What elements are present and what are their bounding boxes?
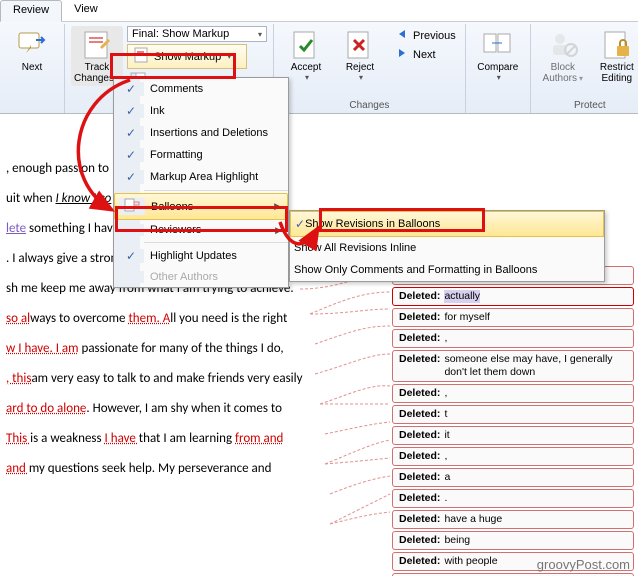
revision-balloon[interactable]: Deleted:for myself	[392, 308, 634, 327]
block-authors-label: BlockAuthors▾	[543, 62, 583, 84]
show-markup-button[interactable]: Show Markup ▾	[127, 44, 247, 69]
submenu-show-only-comments-fmt[interactable]: Show Only Comments and Formatting in Bal…	[290, 259, 604, 281]
previous-icon	[395, 27, 409, 44]
balloons-icon	[124, 198, 140, 215]
accept-icon	[290, 28, 322, 60]
menu-insertions-deletions[interactable]: ✓Insertions and Deletions	[114, 122, 288, 144]
next-comment-button[interactable]: Next	[6, 26, 58, 75]
accept-button[interactable]: Accept ▾	[280, 26, 332, 84]
menu-other-authors: Other Authors	[114, 267, 288, 287]
tab-review[interactable]: Review	[0, 0, 62, 22]
balloons-column: Deleted:don'tDeleted:actuallyDeleted:for…	[392, 266, 634, 576]
compare-button[interactable]: Compare ▾	[472, 26, 524, 84]
reject-icon	[344, 28, 376, 60]
revision-balloon[interactable]: Deleted:have a huge	[392, 510, 634, 529]
menu-ink[interactable]: ✓Ink	[114, 100, 288, 122]
revision-balloon[interactable]: Deleted:it	[392, 426, 634, 445]
revision-balloon[interactable]: Deleted:someone else may have, I general…	[392, 350, 634, 382]
revision-balloon[interactable]: Deleted:.	[392, 489, 634, 508]
menu-comments[interactable]: ✓Comments	[114, 78, 288, 100]
group-caption-changes: Changes	[274, 100, 465, 111]
revision-balloon[interactable]: Deleted:,	[392, 447, 634, 466]
show-markup-icon	[134, 47, 150, 66]
block-authors-icon	[547, 28, 579, 60]
revision-balloon[interactable]: Deleted:a	[392, 468, 634, 487]
next-icon	[395, 46, 409, 63]
revision-balloon[interactable]: Deleted:being	[392, 531, 634, 550]
group-caption-protect: Protect	[531, 100, 638, 111]
restrict-editing-icon	[601, 28, 633, 60]
display-for-review-dropdown[interactable]: Final: Show Markup ▾	[127, 26, 267, 42]
next-change-button[interactable]: Next	[392, 45, 459, 64]
block-authors-button[interactable]: BlockAuthors▾	[537, 26, 589, 86]
restrict-editing-button[interactable]: RestrictEditing	[591, 26, 638, 86]
revision-balloon[interactable]: Deleted:,	[392, 384, 634, 403]
submenu-show-all-inline[interactable]: Show All Revisions Inline	[290, 237, 604, 259]
menu-formatting[interactable]: ✓Formatting	[114, 144, 288, 166]
revision-balloon[interactable]: Deleted:t	[392, 405, 634, 424]
menu-markup-area-highlight[interactable]: ✓Markup Area Highlight	[114, 166, 288, 188]
compare-icon	[482, 28, 514, 60]
menu-highlight-updates[interactable]: ✓Highlight Updates	[114, 245, 288, 267]
previous-change-button[interactable]: Previous	[392, 26, 459, 45]
next-comment-label: Next	[22, 62, 43, 73]
restrict-editing-label: RestrictEditing	[600, 62, 634, 84]
menu-balloons[interactable]: Balloons▶	[114, 193, 288, 220]
revision-balloon[interactable]: Deleted:actually	[392, 287, 634, 306]
revision-balloon[interactable]: Deleted:,	[392, 329, 634, 348]
tab-view[interactable]: View	[62, 0, 110, 21]
track-changes-icon	[81, 28, 113, 60]
menu-reviewers[interactable]: Reviewers▶	[114, 220, 288, 240]
balloons-submenu: ✓Show Revisions in Balloons Show All Rev…	[289, 210, 605, 282]
next-comment-icon	[16, 28, 48, 60]
submenu-show-revisions-in-balloons[interactable]: ✓Show Revisions in Balloons	[290, 211, 604, 237]
reject-button[interactable]: Reject ▾	[334, 26, 386, 84]
watermark: groovyPost.com	[537, 557, 630, 572]
doc-line: , enough passion to	[6, 154, 638, 184]
show-markup-menu: ✓Comments ✓Ink ✓Insertions and Deletions…	[113, 77, 289, 288]
